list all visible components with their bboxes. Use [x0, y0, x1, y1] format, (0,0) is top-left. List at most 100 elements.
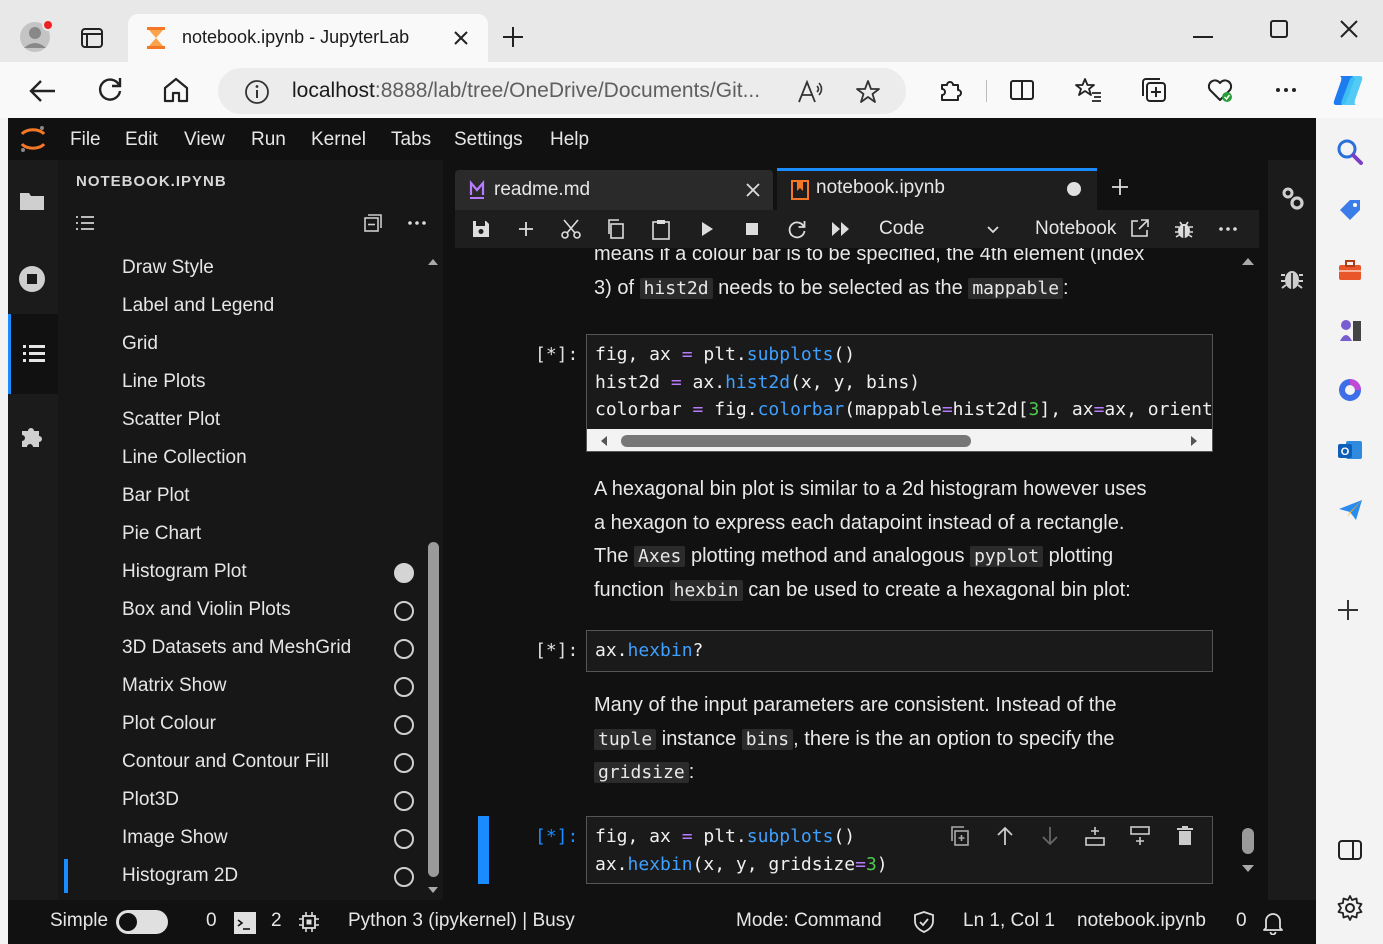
toc-item[interactable]: Plot3D	[122, 789, 179, 811]
kernel-chip-icon[interactable]	[298, 911, 320, 933]
insert-cell-plus-icon[interactable]	[516, 219, 536, 239]
close-window-icon[interactable]	[1336, 16, 1362, 42]
trusted-shield-icon[interactable]	[912, 910, 936, 934]
minimize-icon[interactable]	[1190, 24, 1216, 50]
save-icon[interactable]	[471, 219, 491, 239]
kernel-count[interactable]: 2	[271, 910, 282, 932]
read-aloud-icon[interactable]	[796, 78, 824, 106]
menu-edit[interactable]: Edit	[125, 129, 158, 151]
more-options-icon[interactable]	[1217, 218, 1239, 240]
more-options-icon[interactable]	[1272, 76, 1300, 104]
terminal-icon[interactable]	[234, 912, 256, 934]
cell-type-select[interactable]: Code	[879, 218, 1009, 242]
terminal-count[interactable]: 0	[206, 910, 217, 932]
horizontal-scrollbar[interactable]	[587, 429, 1212, 451]
property-inspector-gears-icon[interactable]	[1278, 184, 1306, 212]
file-browser-folder-icon[interactable]	[18, 186, 46, 214]
close-tab-icon[interactable]	[450, 27, 472, 49]
restart-kernel-icon[interactable]	[786, 218, 808, 240]
table-of-contents-tab[interactable]	[8, 314, 58, 394]
site-info-icon[interactable]	[244, 79, 270, 105]
toc-item[interactable]: Label and Legend	[122, 295, 274, 317]
numbering-list-icon[interactable]	[74, 212, 96, 234]
markdown-cell[interactable]: Many of the input parameters are consist…	[594, 689, 1194, 790]
copy-icon[interactable]	[605, 218, 627, 240]
split-screen-icon[interactable]	[1008, 76, 1036, 104]
move-down-arrow-icon[interactable]	[1039, 825, 1061, 847]
address-bar[interactable]: localhost:8888/lab/tree/OneDrive/Documen…	[218, 68, 906, 114]
active-cell-collapser[interactable]	[478, 816, 489, 884]
debugger-bug-icon[interactable]	[1173, 218, 1195, 240]
toc-item[interactable]: Box and Violin Plots	[122, 599, 291, 621]
favorites-list-icon[interactable]	[1074, 76, 1102, 104]
menu-run[interactable]: Run	[251, 129, 286, 151]
toc-item[interactable]: Image Show	[122, 827, 228, 849]
markdown-cell[interactable]: means if a colour bar is to be specified…	[594, 248, 1194, 305]
home-icon[interactable]	[160, 74, 192, 106]
more-options-icon[interactable]	[406, 212, 428, 234]
scrollbar-thumb[interactable]	[428, 542, 439, 877]
outlook-icon[interactable]: O	[1336, 436, 1364, 464]
duplicate-cell-icon[interactable]	[949, 825, 971, 847]
browser-essentials-icon[interactable]	[1206, 76, 1234, 104]
copilot-icon[interactable]	[1330, 72, 1366, 108]
toc-item[interactable]: 3D Datasets and MeshGrid	[122, 637, 351, 659]
send-plane-icon[interactable]	[1336, 496, 1364, 524]
tools-briefcase-icon[interactable]	[1336, 256, 1364, 284]
insert-above-icon[interactable]	[1084, 825, 1106, 847]
toc-item[interactable]: Scatter Plot	[122, 409, 220, 431]
add-sidebar-app-icon[interactable]	[1334, 596, 1362, 624]
cut-scissors-icon[interactable]	[560, 218, 582, 240]
menu-kernel[interactable]: Kernel	[311, 129, 366, 151]
paste-clipboard-icon[interactable]	[650, 218, 672, 240]
interrupt-stop-icon[interactable]	[742, 219, 762, 239]
unsaved-dot-icon[interactable]	[1067, 182, 1081, 196]
hide-sidebar-icon[interactable]	[1336, 836, 1364, 864]
menu-help[interactable]: Help	[550, 129, 589, 151]
toc-item[interactable]: Contour and Contour Fill	[122, 751, 329, 773]
extension-manager-puzzle-icon[interactable]	[18, 422, 46, 450]
notebook-scrollbar[interactable]	[1239, 248, 1257, 893]
notification-bell-icon[interactable]	[1260, 909, 1286, 935]
new-launcher-plus-icon[interactable]	[1107, 174, 1133, 200]
delete-trash-icon[interactable]	[1174, 825, 1196, 847]
tab-actions-icon[interactable]	[78, 24, 106, 52]
toc-item[interactable]: Grid	[122, 333, 158, 355]
toc-item[interactable]: Histogram Plot	[122, 561, 247, 583]
scrollbar-thumb[interactable]	[621, 435, 971, 447]
toc-item[interactable]: Draw Style	[122, 257, 214, 279]
toc-item[interactable]: Bar Plot	[122, 485, 190, 507]
toc-item[interactable]: Line Collection	[122, 447, 247, 469]
search-icon[interactable]	[1336, 138, 1364, 166]
browser-tab-active[interactable]: notebook.ipynb - JupyterLab	[128, 14, 488, 62]
profile-avatar-icon[interactable]	[18, 18, 54, 54]
menu-file[interactable]: File	[70, 129, 101, 151]
toc-item[interactable]: Line Plots	[122, 371, 205, 393]
code-cell-editor-active[interactable]: fig, ax = plt.subplots() ax.hexbin(x, y,…	[586, 816, 1213, 884]
menu-view[interactable]: View	[184, 129, 225, 151]
code-cell-editor[interactable]: fig, ax = plt.subplots() hist2d = ax.his…	[586, 334, 1213, 452]
reload-icon[interactable]	[95, 74, 125, 104]
toc-item[interactable]: Pie Chart	[122, 523, 201, 545]
doc-tab-notebook[interactable]: notebook.ipynb	[777, 168, 1097, 210]
toc-item[interactable]: Matrix Show	[122, 675, 227, 697]
running-kernels-stop-icon[interactable]	[17, 264, 47, 294]
menu-settings[interactable]: Settings	[454, 129, 523, 151]
debugger-bug-icon[interactable]	[1278, 264, 1306, 292]
code-cell-editor[interactable]: ax.hexbin?	[586, 630, 1213, 672]
favorite-star-icon[interactable]	[854, 78, 882, 106]
maximize-icon[interactable]	[1266, 16, 1292, 42]
notification-count[interactable]: 0	[1236, 910, 1247, 932]
restart-run-all-icon[interactable]	[830, 218, 852, 240]
toc-item-active[interactable]: Histogram 2D	[122, 865, 238, 887]
new-tab-icon[interactable]	[500, 24, 526, 50]
settings-gear-icon[interactable]	[1336, 894, 1364, 922]
external-link-icon[interactable]	[1129, 217, 1151, 239]
extensions-puzzle-icon[interactable]	[936, 76, 964, 104]
doc-tab-readme[interactable]: readme.md	[455, 170, 773, 210]
open-in-notebook-button[interactable]: Notebook	[1035, 218, 1116, 240]
toc-item[interactable]: Plot Colour	[122, 713, 216, 735]
close-tab-icon[interactable]	[743, 180, 763, 200]
menu-tabs[interactable]: Tabs	[391, 129, 431, 151]
shopping-tag-icon[interactable]	[1336, 196, 1364, 224]
